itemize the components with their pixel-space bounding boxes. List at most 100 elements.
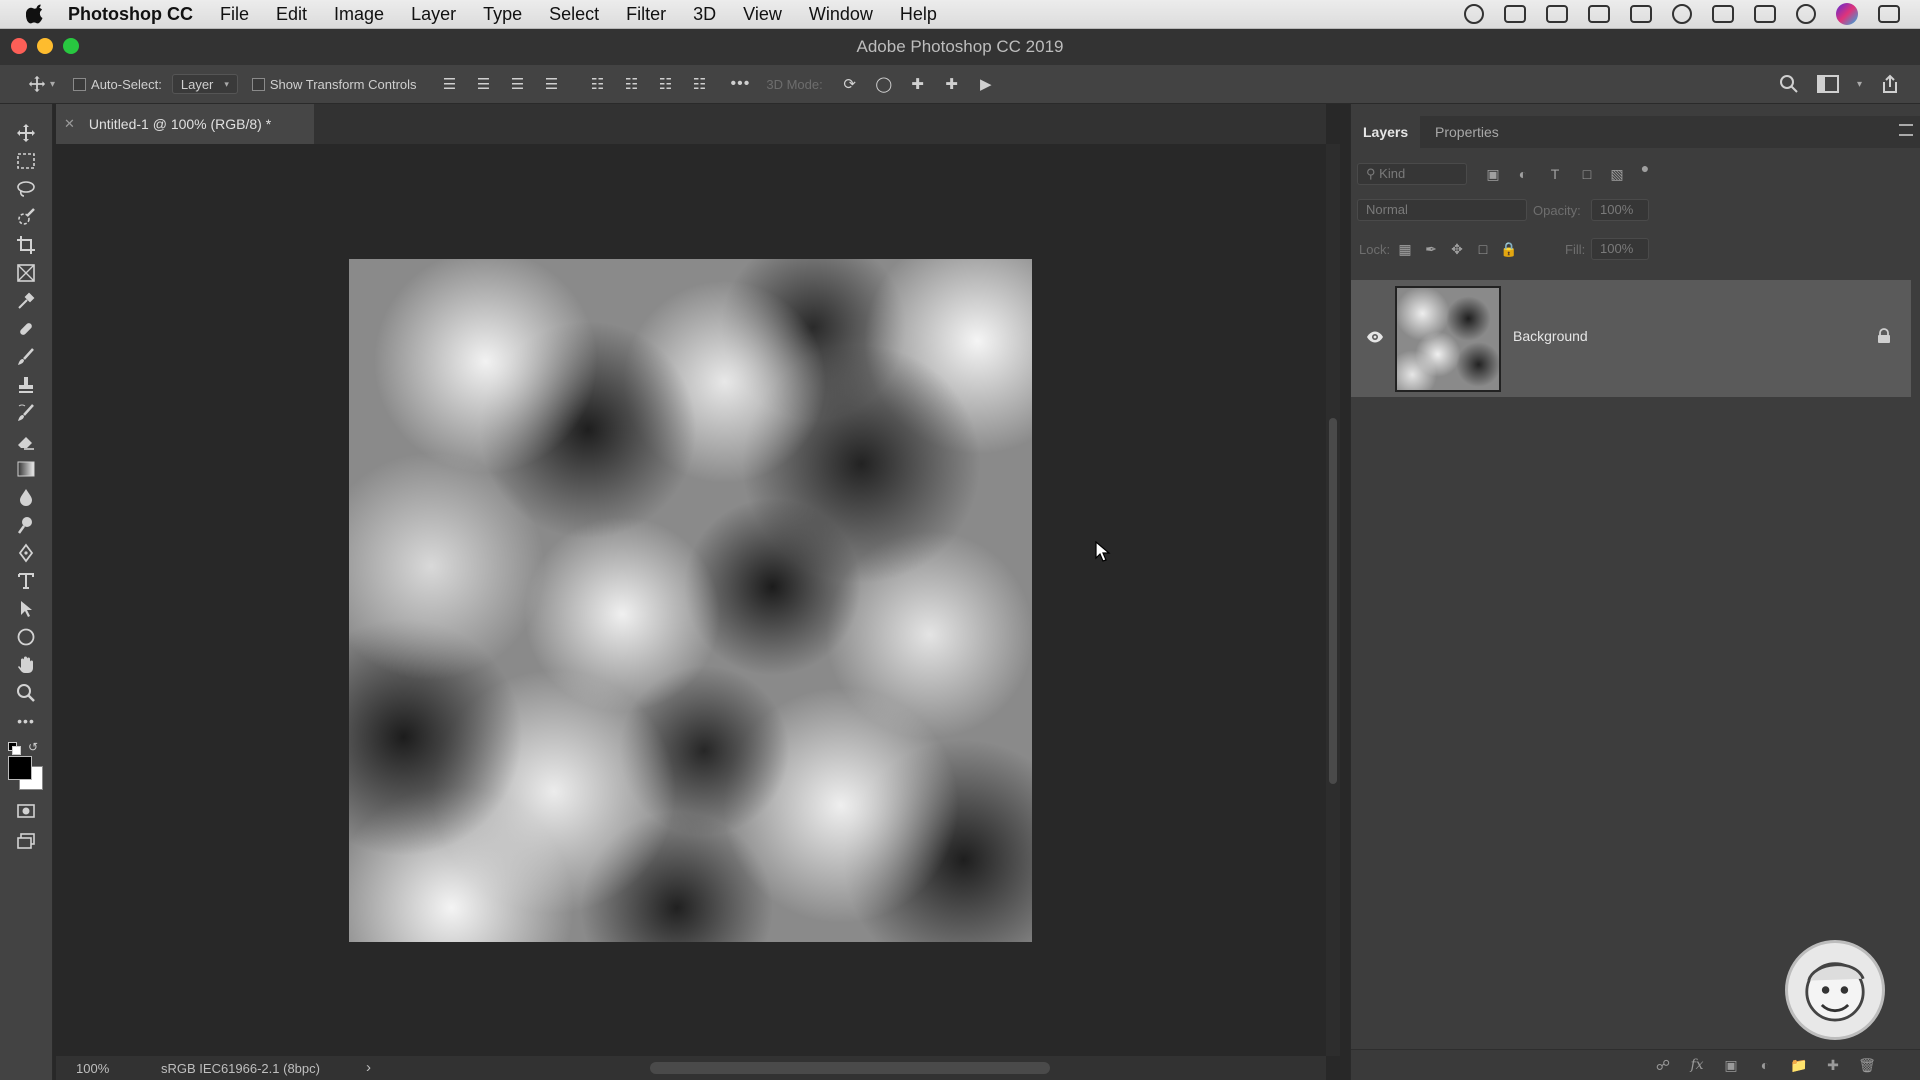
menu-3d[interactable]: 3D (693, 4, 716, 25)
close-tab-icon[interactable]: ✕ (64, 116, 75, 132)
minimize-window-button[interactable] (37, 38, 53, 54)
quick-mask-icon[interactable] (13, 798, 39, 824)
align-bottom-edges-icon[interactable]: ☷ (657, 75, 675, 93)
quick-selection-icon[interactable] (13, 204, 39, 230)
window-icon[interactable] (1754, 5, 1776, 23)
screen-mode-icon[interactable] (13, 828, 39, 854)
ellipse-icon[interactable] (13, 624, 39, 650)
delete-layer-icon[interactable]: 🗑 (1858, 1056, 1876, 1074)
vertical-scrollbar-thumb[interactable] (1329, 418, 1337, 784)
stack-icon[interactable] (1546, 5, 1568, 23)
horizontal-scrollbar-thumb[interactable] (650, 1062, 1050, 1074)
adjustment-layer-icon[interactable]: ◐ (1756, 1056, 1774, 1074)
rectangular-marquee-icon[interactable] (13, 148, 39, 174)
brush-icon[interactable] (13, 344, 39, 370)
record-icon[interactable] (1464, 4, 1484, 24)
notification-center-icon[interactable] (1878, 5, 1900, 23)
chevron-down-icon[interactable]: ▾ (50, 79, 55, 90)
creative-cloud-icon[interactable] (1504, 5, 1526, 23)
show-transform-checkbox[interactable] (251, 77, 265, 91)
menu-image[interactable]: Image (334, 4, 384, 25)
zoom-icon[interactable] (13, 680, 39, 706)
3d-orbit-icon[interactable]: ⟳ (841, 75, 859, 93)
distribute-icon[interactable]: ☰ (543, 75, 561, 93)
tab-layers[interactable]: Layers (1351, 116, 1421, 148)
align-left-edges-icon[interactable]: ☰ (441, 75, 459, 93)
clone-stamp-icon[interactable] (13, 372, 39, 398)
move-tool-preset-icon[interactable] (28, 75, 46, 93)
new-layer-icon[interactable]: ✚ (1824, 1056, 1842, 1074)
hand-icon[interactable] (13, 652, 39, 678)
menu-help[interactable]: Help (900, 4, 937, 25)
show-transform-controls-option[interactable]: Show Transform Controls (251, 77, 417, 92)
type-icon[interactable] (13, 568, 39, 594)
add-mask-icon[interactable]: ▣ (1722, 1056, 1740, 1074)
close-window-button[interactable] (11, 38, 27, 54)
document-tab[interactable]: ✕ Untitled-1 @ 100% (RGB/8) * (56, 104, 314, 144)
frame-icon[interactable] (13, 260, 39, 286)
edit-toolbar-icon[interactable]: ••• (13, 708, 39, 734)
pen-icon[interactable] (13, 540, 39, 566)
move-tool-icon[interactable] (13, 120, 39, 146)
default-colors-icon[interactable] (8, 742, 21, 755)
lock-all-icon[interactable]: 🔒 (1500, 241, 1517, 257)
layer-kind-filter[interactable]: ⚲ Kind (1357, 163, 1467, 185)
menu-filter[interactable]: Filter (626, 4, 666, 25)
align-horizontal-centers-icon[interactable]: ☰ (475, 75, 493, 93)
eyedropper-icon[interactable] (13, 288, 39, 314)
crop-icon[interactable] (13, 232, 39, 258)
3d-slide-icon[interactable]: ✚ (943, 75, 961, 93)
filter-toggle-icon[interactable]: ● (1637, 160, 1653, 176)
auto-select-option[interactable]: Auto-Select: (73, 77, 162, 92)
menu-view[interactable]: View (743, 4, 782, 25)
healing-brush-icon[interactable] (13, 316, 39, 342)
3d-pan-icon[interactable]: ✚ (909, 75, 927, 93)
type-filter-icon[interactable]: T (1547, 166, 1563, 182)
distribute-vertical-icon[interactable]: ☷ (691, 75, 709, 93)
zoom-level[interactable]: 100% (76, 1061, 109, 1076)
dodge-icon[interactable] (13, 512, 39, 538)
menu-window[interactable]: Window (809, 4, 873, 25)
layer-style-icon[interactable]: fx (1688, 1056, 1706, 1074)
path-selection-icon[interactable] (13, 596, 39, 622)
wifi-icon[interactable] (1712, 5, 1734, 23)
align-right-edges-icon[interactable]: ☰ (509, 75, 527, 93)
siri-icon[interactable] (1836, 3, 1858, 25)
more-options-icon[interactable]: ••• (731, 75, 751, 93)
auto-select-target-dropdown[interactable]: Layer ▾ (171, 74, 238, 94)
adjustment-filter-icon[interactable]: ◐ (1515, 166, 1531, 182)
menu-select[interactable]: Select (549, 4, 599, 25)
lock-position-icon[interactable]: ✥ (1449, 241, 1465, 257)
gradient-icon[interactable] (13, 456, 39, 482)
smart-object-filter-icon[interactable]: ▧ (1609, 166, 1625, 182)
foreground-color-swatch[interactable] (8, 756, 32, 780)
menu-layer[interactable]: Layer (411, 4, 456, 25)
blur-icon[interactable] (13, 484, 39, 510)
lock-image-pixels-icon[interactable]: ✒ (1423, 241, 1439, 257)
layer-name[interactable]: Background (1513, 328, 1588, 344)
dropbox-icon[interactable] (1630, 5, 1652, 23)
link-layers-icon[interactable]: ☍ (1654, 1056, 1672, 1074)
align-top-edges-icon[interactable]: ☷ (589, 75, 607, 93)
apple-icon[interactable] (26, 4, 46, 24)
menu-type[interactable]: Type (483, 4, 522, 25)
shape-filter-icon[interactable]: □ (1579, 166, 1595, 182)
eraser-icon[interactable] (13, 428, 39, 454)
pixel-filter-icon[interactable]: ▣ (1485, 166, 1501, 182)
swap-colors-icon[interactable]: ↺ (28, 740, 38, 754)
tab-properties[interactable]: Properties (1423, 116, 1511, 148)
new-group-icon[interactable]: 📁 (1790, 1056, 1808, 1074)
workspace-icon[interactable] (1816, 75, 1839, 93)
opacity-field[interactable]: 100% (1591, 199, 1649, 221)
chevron-right-icon[interactable]: › (366, 1059, 371, 1076)
display-icon[interactable] (1588, 5, 1610, 23)
time-machine-icon[interactable] (1672, 4, 1692, 24)
panel-menu-icon[interactable] (1899, 124, 1913, 136)
3d-roll-icon[interactable]: ◯ (875, 75, 893, 93)
align-vertical-centers-icon[interactable]: ☷ (623, 75, 641, 93)
document-canvas-clouds[interactable] (349, 259, 1032, 942)
color-profile-info[interactable]: sRGB IEC61966-2.1 (8bpc) (161, 1061, 320, 1076)
layer-row[interactable]: Background (1351, 280, 1911, 397)
lock-transparent-pixels-icon[interactable]: ▦ (1397, 241, 1413, 257)
visibility-eye-icon[interactable] (1366, 330, 1384, 344)
